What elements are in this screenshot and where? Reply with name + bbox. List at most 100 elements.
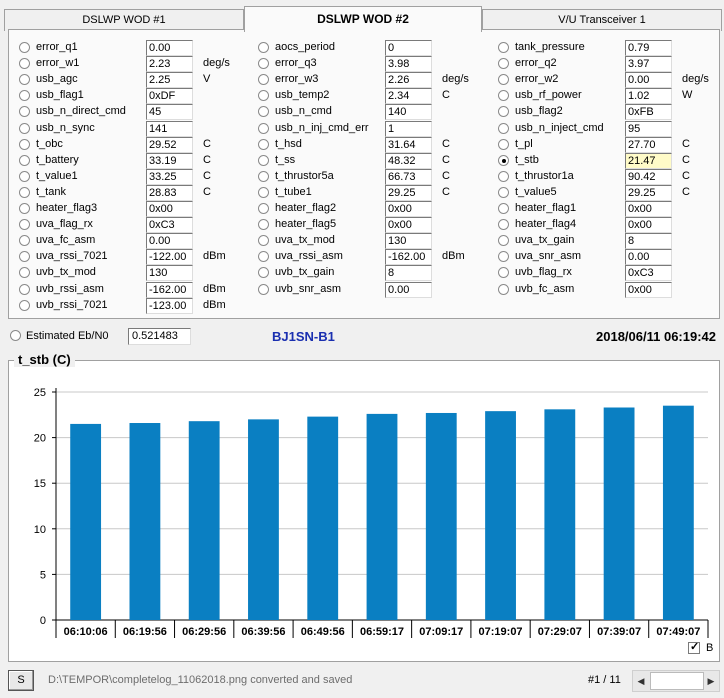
telemetry-row[interactable]: error_w2 0.00 deg/s [498,72,724,88]
telemetry-value[interactable]: -162.00 [385,249,432,265]
telemetry-radio[interactable] [498,106,509,117]
telemetry-row[interactable]: t_tube1 29.25 C [258,185,488,201]
telemetry-radio[interactable] [19,123,30,134]
telemetry-row[interactable]: uvb_tx_mod 130 [19,265,249,281]
telemetry-row[interactable]: t_ss 48.32 C [258,153,488,169]
telemetry-value[interactable]: 0x00 [625,201,672,217]
telemetry-radio[interactable] [498,235,509,246]
telemetry-radio[interactable] [19,171,30,182]
telemetry-radio[interactable] [258,42,269,53]
telemetry-radio[interactable] [19,267,30,278]
telemetry-radio[interactable] [498,123,509,134]
telemetry-row[interactable]: heater_flag1 0x00 [498,201,724,217]
telemetry-row[interactable]: uva_tx_mod 130 [258,233,488,249]
telemetry-value[interactable]: 0.00 [625,72,672,88]
telemetry-row[interactable]: error_w3 2.26 deg/s [258,72,488,88]
telemetry-value[interactable]: 0x00 [146,201,193,217]
telemetry-radio[interactable] [19,58,30,69]
telemetry-value[interactable]: 66.73 [385,169,432,185]
telemetry-row[interactable]: uvb_snr_asm 0.00 [258,282,488,298]
telemetry-value[interactable]: 1.02 [625,88,672,104]
telemetry-value[interactable]: 0.00 [385,282,432,298]
telemetry-row[interactable]: error_q3 3.98 [258,56,488,72]
telemetry-radio[interactable] [258,90,269,101]
telemetry-value[interactable]: 0.00 [625,249,672,265]
telemetry-row[interactable]: usb_n_cmd 140 [258,104,488,120]
eb-n0-radio[interactable] [10,330,21,341]
telemetry-radio[interactable] [498,203,509,214]
telemetry-row[interactable]: usb_flag2 0xFB [498,104,724,120]
telemetry-row[interactable]: heater_flag5 0x00 [258,217,488,233]
telemetry-radio[interactable] [258,251,269,262]
telemetry-row[interactable]: t_stb 21.47 C [498,153,724,169]
telemetry-value[interactable]: 27.70 [625,137,672,153]
telemetry-radio[interactable] [498,284,509,295]
legend-checkbox[interactable]: ✓ [688,641,700,654]
telemetry-row[interactable]: heater_flag2 0x00 [258,201,488,217]
telemetry-value[interactable]: 2.26 [385,72,432,88]
telemetry-radio[interactable] [258,187,269,198]
telemetry-value[interactable]: 33.19 [146,153,193,169]
telemetry-row[interactable]: error_q2 3.97 [498,56,724,72]
telemetry-row[interactable]: uvb_tx_gain 8 [258,265,488,281]
telemetry-row[interactable]: t_hsd 31.64 C [258,137,488,153]
scroll-left-icon[interactable]: ◀ [633,671,649,691]
telemetry-row[interactable]: usb_flag1 0xDF [19,88,249,104]
telemetry-row[interactable]: t_thrustor5a 66.73 C [258,169,488,185]
telemetry-row[interactable]: usb_n_direct_cmd 45 [19,104,249,120]
telemetry-radio[interactable] [19,42,30,53]
telemetry-radio[interactable] [498,171,509,182]
telemetry-row[interactable]: uva_snr_asm 0.00 [498,249,724,265]
telemetry-radio[interactable] [498,42,509,53]
telemetry-row[interactable]: uva_flag_rx 0xC3 [19,217,249,233]
eb-n0-value[interactable]: 0.521483 [128,328,191,345]
telemetry-value[interactable]: 29.25 [625,185,672,201]
telemetry-value[interactable]: 1 [385,121,432,137]
page-scrollbar[interactable]: ◀ ▶ [632,670,720,692]
telemetry-value[interactable]: -162.00 [146,282,193,298]
telemetry-radio[interactable] [498,267,509,278]
telemetry-radio[interactable] [19,284,30,295]
telemetry-radio[interactable] [498,74,509,85]
telemetry-row[interactable]: t_value5 29.25 C [498,185,724,201]
telemetry-value[interactable]: 3.98 [385,56,432,72]
telemetry-value[interactable]: 0xC3 [146,217,193,233]
telemetry-row[interactable]: error_w1 2.23 deg/s [19,56,249,72]
tab-vu-transceiver-1[interactable]: V/U Transceiver 1 [482,9,722,31]
telemetry-value[interactable]: -122.00 [146,249,193,265]
telemetry-row[interactable]: t_tank 28.83 C [19,185,249,201]
telemetry-value[interactable]: 0xDF [146,88,193,104]
scroll-right-icon[interactable]: ▶ [703,671,719,691]
telemetry-row[interactable]: uvb_rssi_7021 -123.00 dBm [19,298,249,314]
telemetry-row[interactable]: t_obc 29.52 C [19,137,249,153]
telemetry-row[interactable]: t_battery 33.19 C [19,153,249,169]
telemetry-radio[interactable] [258,203,269,214]
telemetry-radio[interactable] [19,74,30,85]
telemetry-value[interactable]: 21.47 [625,153,672,169]
telemetry-value[interactable]: 0 [385,40,432,56]
telemetry-value[interactable]: 31.64 [385,137,432,153]
telemetry-radio[interactable] [258,235,269,246]
telemetry-row[interactable]: uva_tx_gain 8 [498,233,724,249]
telemetry-value[interactable]: 2.25 [146,72,193,88]
telemetry-radio[interactable] [19,187,30,198]
telemetry-row[interactable]: uva_rssi_asm -162.00 dBm [258,249,488,265]
telemetry-value[interactable]: 0x00 [385,201,432,217]
telemetry-row[interactable]: usb_temp2 2.34 C [258,88,488,104]
telemetry-row[interactable]: error_q1 0.00 [19,40,249,56]
telemetry-radio[interactable] [19,90,30,101]
telemetry-radio[interactable] [498,139,509,150]
telemetry-radio[interactable] [258,219,269,230]
telemetry-row[interactable]: uva_rssi_7021 -122.00 dBm [19,249,249,265]
telemetry-row[interactable]: usb_n_inject_cmd 95 [498,121,724,137]
telemetry-value[interactable]: 45 [146,104,193,120]
telemetry-value[interactable]: 0.79 [625,40,672,56]
telemetry-value[interactable]: 90.42 [625,169,672,185]
telemetry-radio[interactable] [19,155,30,166]
telemetry-radio[interactable] [258,74,269,85]
telemetry-radio[interactable] [498,251,509,262]
telemetry-value[interactable]: 28.83 [146,185,193,201]
telemetry-row[interactable]: usb_rf_power 1.02 W [498,88,724,104]
telemetry-value[interactable]: 95 [625,121,672,137]
scroll-thumb[interactable] [650,672,704,690]
